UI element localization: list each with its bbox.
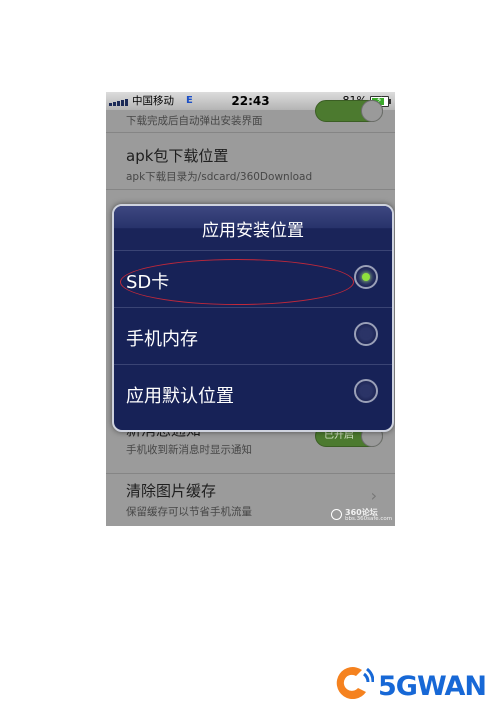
site-logo: 5GWAN — [332, 662, 500, 706]
install-location-dialog: 应用安装位置 SD卡 手机内存 应用默认位置 — [112, 204, 394, 432]
option-sd-card[interactable]: SD卡 — [114, 250, 392, 308]
option-app-default[interactable]: 应用默认位置 — [114, 364, 392, 422]
dialog-title: 应用安装位置 — [202, 221, 304, 241]
forum-logo-icon — [331, 509, 342, 520]
watermark-url: bbs.360safe.com — [345, 516, 393, 522]
settings-row-apk-location[interactable]: apk包下载位置 apk下载目录为/sdcard/360Download — [106, 133, 395, 190]
phone-screenshot: 中国移动 E 22:43 81% ⚡ 下载完成后自动弹出安装界面 apk包下载位… — [106, 92, 395, 526]
logo-text: 5GWAN — [378, 671, 487, 702]
forum-watermark: 360论坛 bbs.360safe.com — [329, 507, 393, 523]
row-subtitle: 手机收到新消息时显示通知 — [126, 444, 252, 456]
row-subtitle: 保留缓存可以节省手机流量 — [126, 506, 252, 518]
radio-button[interactable] — [354, 379, 378, 403]
option-label: SD卡 — [126, 272, 170, 293]
chevron-right-icon: › — [370, 486, 377, 505]
row-title: 清除图片缓存 — [126, 482, 217, 500]
option-phone-memory[interactable]: 手机内存 — [114, 307, 392, 365]
auto-install-toggle[interactable] — [315, 100, 383, 122]
row-subtitle: 下载完成后自动弹出安装界面 — [126, 115, 263, 127]
dialog-header: 应用安装位置 — [114, 206, 392, 250]
row-title: apk包下载位置 — [126, 147, 229, 165]
option-label: 手机内存 — [126, 329, 198, 350]
radio-button[interactable] — [354, 265, 378, 289]
logo-mark-icon — [336, 667, 374, 700]
option-label: 应用默认位置 — [126, 386, 234, 407]
settings-row-auto-install[interactable]: 下载完成后自动弹出安装界面 — [106, 100, 395, 133]
row-subtitle: apk下载目录为/sdcard/360Download — [126, 171, 313, 183]
radio-button[interactable] — [354, 322, 378, 346]
